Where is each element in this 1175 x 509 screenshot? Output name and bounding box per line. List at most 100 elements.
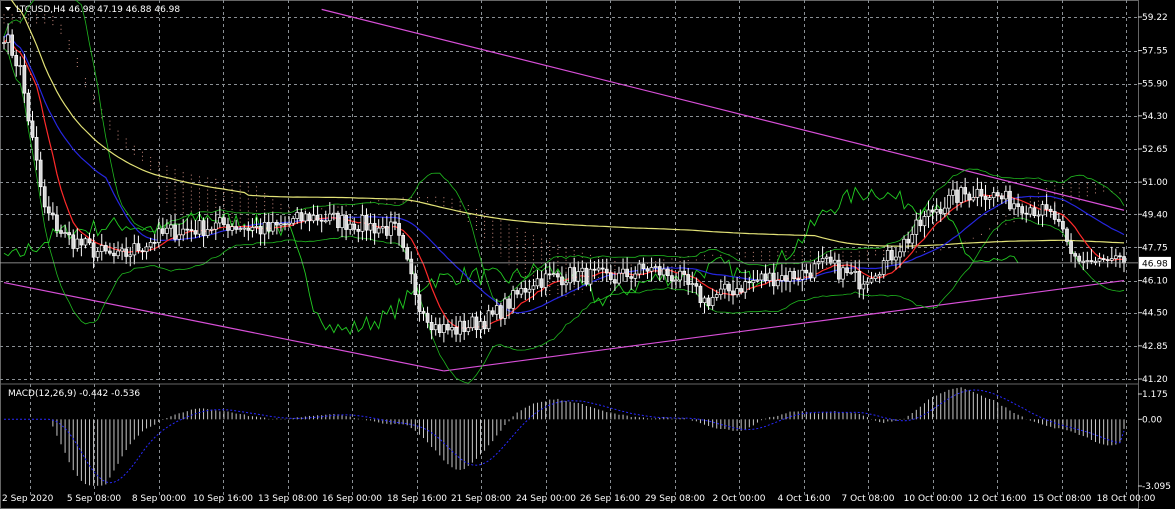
candle-body	[364, 214, 369, 231]
candle-body	[560, 276, 564, 286]
candle-body	[148, 242, 153, 248]
candle-body	[849, 272, 853, 274]
candle-body	[34, 137, 39, 161]
candle-body	[275, 222, 279, 226]
candle-body	[653, 266, 658, 268]
price-tick-label: 41.20	[1142, 375, 1168, 385]
candle-body	[340, 215, 344, 228]
candle-body	[551, 273, 556, 276]
candle-body	[389, 221, 393, 236]
candle-body	[727, 283, 731, 292]
candle-body	[421, 311, 426, 314]
dropdown-triangle-icon	[5, 7, 11, 11]
candle-body	[250, 227, 255, 231]
candle-body	[898, 251, 902, 258]
moving-average-long	[10, 0, 1125, 247]
price-tick-label: 54.30	[1142, 112, 1168, 122]
candle-body	[991, 192, 996, 198]
candle-body	[670, 275, 674, 282]
candle-body	[2, 42, 6, 44]
candle-body	[714, 294, 719, 298]
candle-body	[637, 263, 642, 275]
candle-body	[723, 283, 727, 290]
candle-body	[608, 272, 613, 280]
candle-body	[1109, 258, 1114, 261]
candle-body	[344, 215, 348, 230]
candle-body	[853, 271, 858, 273]
macd-histogram	[52, 387, 1125, 486]
candle-body	[625, 268, 629, 277]
candle-body	[531, 285, 536, 290]
candle-body	[604, 268, 609, 274]
candle-body	[503, 298, 507, 319]
candle-body	[1069, 241, 1073, 254]
candle-body	[922, 216, 927, 227]
candle-body	[120, 248, 124, 252]
candle-body	[482, 321, 487, 330]
candle-body	[763, 273, 768, 281]
candle-body	[568, 267, 572, 284]
candle-body	[405, 247, 410, 260]
candle-body	[1089, 260, 1094, 262]
candle-body	[323, 220, 328, 223]
candle-body	[303, 213, 308, 222]
time-tick-label: 2 Oct 00:00	[713, 494, 766, 504]
candle-body	[523, 288, 528, 293]
chart-window[interactable]: 59.22 57.55 55.90 54.30 52.65 51.00 49.40 47.75…	[0, 0, 1175, 509]
candle-body	[490, 310, 495, 315]
candle-body	[14, 55, 19, 67]
bollinger-lower	[3, 48, 1125, 384]
candle-body	[1122, 256, 1126, 264]
candle-body	[222, 217, 226, 225]
candle-body	[116, 250, 120, 257]
macd-axis: 1.175 0.00 -3.095	[1138, 390, 1171, 492]
candle-body	[413, 273, 418, 296]
chart-canvas[interactable]: 59.22 57.55 55.90 54.30 52.65 51.00 49.40 47.75…	[0, 0, 1175, 509]
candle-body	[963, 187, 968, 195]
candle-body	[360, 214, 365, 232]
candle-body	[6, 34, 10, 43]
candle-body	[218, 217, 222, 224]
candle-body	[307, 213, 312, 222]
candle-body	[478, 321, 483, 331]
candle-body	[238, 228, 243, 230]
candle-body	[372, 223, 377, 234]
candle-body	[751, 280, 756, 284]
candle-body	[442, 324, 446, 333]
candle-body	[75, 238, 80, 249]
candle-body	[666, 268, 670, 276]
candle-body	[336, 212, 340, 228]
candle-body	[95, 251, 100, 258]
candle-body	[193, 230, 198, 235]
candle-body	[645, 268, 650, 272]
candle-body	[718, 288, 723, 295]
candle-body	[30, 120, 35, 138]
candle-body	[987, 197, 992, 200]
candle-body	[22, 65, 27, 94]
candle-body	[291, 218, 296, 224]
time-tick-label: 16 Sep 00:00	[322, 494, 382, 504]
candle-body	[1056, 219, 1061, 222]
candle-body	[942, 207, 947, 214]
candle-body	[959, 187, 963, 203]
candle-body	[775, 280, 780, 287]
candle-body	[352, 223, 357, 230]
candle-body	[873, 275, 878, 279]
candle-body	[1044, 204, 1049, 210]
candle-body	[67, 232, 72, 236]
candle-body	[613, 279, 617, 284]
candle-body	[327, 213, 332, 222]
time-tick-label: 2 Sep 2020	[2, 494, 54, 504]
price-tick-label: 44.50	[1142, 309, 1168, 319]
candle-body	[499, 305, 503, 319]
candle-body	[735, 288, 739, 296]
candle-body	[213, 222, 218, 230]
candle-body	[800, 269, 805, 280]
candle-body	[433, 324, 438, 331]
time-tick-label: 4 Oct 16:00	[778, 494, 831, 504]
candle-body	[458, 320, 462, 335]
candle-body	[230, 226, 234, 231]
candle-body	[46, 206, 51, 214]
candle-body	[368, 223, 373, 231]
candle-body	[112, 252, 116, 257]
